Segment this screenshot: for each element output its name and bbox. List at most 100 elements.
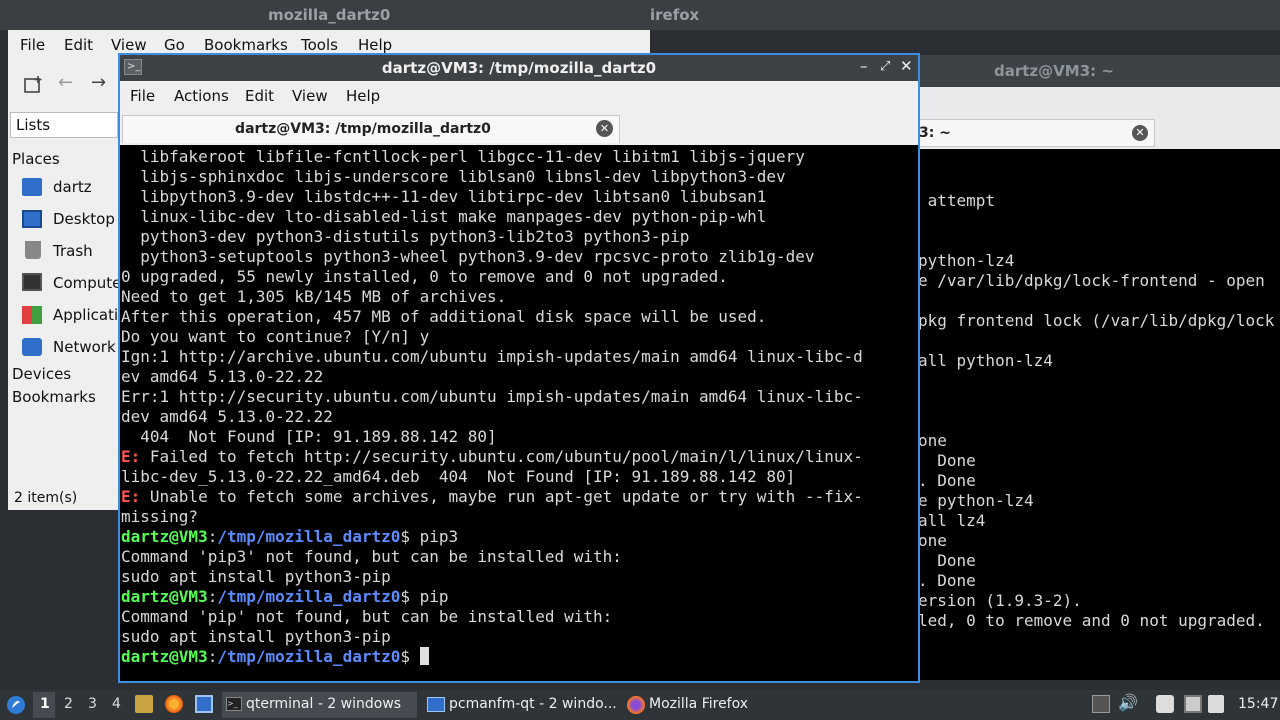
- menu-view[interactable]: View: [292, 87, 328, 105]
- terminal-line: dartz@VM3:/tmp/mozilla_dartz0$ pip: [121, 587, 449, 606]
- minimize-icon[interactable]: –: [860, 57, 868, 75]
- back-terminal-line: Done: [918, 451, 976, 470]
- start-menu-icon[interactable]: [6, 695, 26, 715]
- menu-file[interactable]: File: [130, 87, 155, 105]
- terminal-line: 404 Not Found [IP: 91.189.88.142 80]: [121, 427, 917, 447]
- clipboard-icon[interactable]: [1156, 695, 1174, 713]
- terminal-line: linux-libc-dev lto-disabled-list make ma…: [121, 207, 917, 227]
- workspace-4[interactable]: 4: [112, 696, 121, 712]
- line-text: Ign:1 http://archive.ubuntu.com/ubuntu i…: [121, 347, 863, 366]
- places-heading: Places: [12, 150, 60, 168]
- fm-menu-view[interactable]: View: [111, 36, 147, 54]
- terminal-line: sudo apt install python3-pip: [121, 567, 917, 587]
- task-pcmanfm[interactable]: pcmanfm-qt - 2 windo...: [425, 692, 620, 718]
- terminal-line: Command 'pip' not found, but can be inst…: [121, 607, 917, 627]
- line-text: sudo apt install python3-pip: [121, 567, 391, 586]
- firefox-icon: [627, 696, 645, 714]
- fm-menu-go[interactable]: Go: [164, 36, 185, 54]
- back-terminal-line: all lz4: [918, 511, 986, 530]
- place-applications[interactable]: Applicati: [53, 306, 118, 324]
- task-firefox-label: Mozilla Firefox: [649, 696, 749, 712]
- place-desktop[interactable]: Desktop: [53, 210, 115, 228]
- line-text: Err:1 http://security.ubuntu.com/ubuntu …: [121, 387, 863, 406]
- back-terminal-line: . Done: [918, 571, 976, 590]
- menu-help[interactable]: Help: [346, 87, 380, 105]
- bookmarks-heading[interactable]: Bookmarks: [12, 388, 96, 406]
- terminal-output[interactable]: libfakeroot libfile-fcntllock-perl libgc…: [121, 147, 917, 681]
- place-computer[interactable]: Compute: [53, 274, 121, 292]
- firefox-launcher-icon[interactable]: [165, 695, 183, 713]
- tray-arrow-icon[interactable]: [1092, 695, 1110, 713]
- back-arrow-icon[interactable]: ←: [58, 72, 73, 93]
- terminal-line: dev amd64 5.13.0-22.22: [121, 407, 917, 427]
- back-terminal-line: [918, 231, 1280, 251]
- line-text: dev amd64 5.13.0-22.22: [121, 407, 333, 426]
- line-text: sudo apt install python3-pip: [121, 627, 391, 646]
- menu-edit[interactable]: Edit: [245, 87, 274, 105]
- desktop-icon: [22, 210, 42, 228]
- fm-menu-bookmarks[interactable]: Bookmarks: [204, 36, 288, 54]
- back-terminal-tab[interactable]: 3: ~ ✕: [910, 119, 1155, 147]
- network-icon: [22, 338, 42, 356]
- line-text: After this operation, 457 MB of addition…: [121, 307, 767, 326]
- error-prefix: E:: [121, 447, 141, 466]
- volume-icon[interactable]: 🔊: [1118, 693, 1138, 712]
- line-text: Command 'pip3' not found, but can be ins…: [121, 547, 622, 566]
- back-terminal-line: [918, 151, 1280, 171]
- terminal-tab-label: dartz@VM3: /tmp/mozilla_dartz0: [235, 121, 491, 137]
- folder-icon: [427, 697, 445, 712]
- terminal-line: dartz@VM3:/tmp/mozilla_dartz0$ pip3: [121, 527, 459, 546]
- menu-actions[interactable]: Actions: [174, 87, 229, 105]
- fm-menu-help[interactable]: Help: [358, 36, 392, 54]
- back-terminal-output[interactable]: attempt python-lz4 e /var/lib/dpkg/lock-fr…: [918, 151, 1280, 680]
- maximize-icon[interactable]: ⤢: [880, 59, 890, 74]
- file-manager-launcher-icon[interactable]: [135, 695, 153, 713]
- back-terminal-line: e /var/lib/dpkg/lock-frontend - open: [918, 271, 1265, 290]
- place-network[interactable]: Network: [53, 338, 116, 356]
- new-tab-icon[interactable]: [24, 76, 42, 94]
- close-tab-icon[interactable]: ✕: [596, 120, 613, 137]
- network-tray-icon[interactable]: [1184, 695, 1202, 713]
- workspace-1[interactable]: 1: [40, 696, 50, 712]
- workspace-3[interactable]: 3: [88, 696, 97, 712]
- terminal-window[interactable]: >_ dartz@VM3: /tmp/mozilla_dartz0 – ⤢ ✕ …: [118, 53, 920, 683]
- file-manager-title: mozilla_dartz0: [268, 6, 391, 24]
- show-desktop-icon[interactable]: [195, 695, 213, 713]
- terminal-line: Ign:1 http://archive.ubuntu.com/ubuntu i…: [121, 347, 917, 367]
- back-terminal-line: [918, 291, 1280, 311]
- fm-menu-edit[interactable]: Edit: [64, 36, 93, 54]
- place-dartz[interactable]: dartz: [53, 178, 92, 196]
- line-text: $ pip3: [400, 527, 459, 546]
- devices-heading[interactable]: Devices: [12, 365, 71, 383]
- task-qterminal[interactable]: >_ qterminal - 2 windows: [222, 692, 417, 718]
- close-window-icon[interactable]: ✕: [900, 57, 913, 75]
- workspace-2[interactable]: 2: [64, 696, 73, 712]
- terminal-line: libpython3.9-dev libstdc++-11-dev libtir…: [121, 187, 917, 207]
- terminal-line: Command 'pip3' not found, but can be ins…: [121, 547, 917, 567]
- terminal-line: dartz@VM3:/tmp/mozilla_dartz0$: [121, 647, 917, 667]
- terminal-line: Err:1 http://security.ubuntu.com/ubuntu …: [121, 387, 917, 407]
- fm-menu-tools[interactable]: Tools: [301, 36, 338, 54]
- place-trash[interactable]: Trash: [53, 242, 93, 260]
- text-cursor: [419, 647, 429, 665]
- back-terminal-line: led, 0 to remove and 0 not upgraded.: [918, 611, 1265, 630]
- forward-arrow-icon[interactable]: →: [91, 72, 106, 93]
- task-firefox[interactable]: Mozilla Firefox: [625, 692, 795, 718]
- close-tab-icon[interactable]: ✕: [1132, 125, 1148, 141]
- fm-menu-file[interactable]: File: [20, 36, 45, 54]
- side-pane-mode-select[interactable]: Lists: [10, 112, 118, 138]
- line-text: Command 'pip' not found, but can be inst…: [121, 607, 613, 626]
- battery-icon[interactable]: [1208, 695, 1224, 713]
- line-text: python3-setuptools python3-wheel python3…: [121, 247, 815, 266]
- file-manager-titlebar[interactable]: mozilla_dartz0: [8, 0, 650, 30]
- prompt-path: /tmp/mozilla_dartz0: [217, 647, 401, 666]
- back-terminal-line: e python-lz4: [918, 491, 1034, 510]
- prompt-user: dartz@VM3: [121, 587, 208, 606]
- terminal-tab[interactable]: dartz@VM3: /tmp/mozilla_dartz0 ✕: [122, 115, 620, 143]
- terminal-titlebar[interactable]: >_ dartz@VM3: /tmp/mozilla_dartz0 – ⤢ ✕: [120, 55, 918, 81]
- applications-icon: [22, 306, 42, 324]
- back-terminal-line: [918, 411, 1280, 431]
- back-terminal-tab-label: 3: ~: [919, 125, 951, 141]
- back-terminal-line: [918, 391, 1280, 411]
- back-terminal-line: pkg frontend lock (/var/lib/dpkg/lock: [918, 311, 1275, 330]
